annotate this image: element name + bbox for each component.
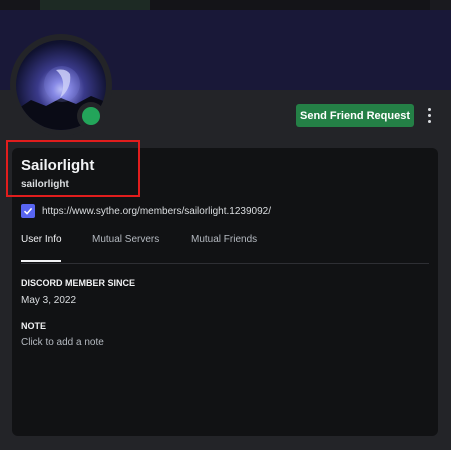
connection-row[interactable]: https://www.sythe.org/members/sailorligh… <box>21 203 271 219</box>
note-heading: NOTE <box>21 321 47 331</box>
member-since-heading: DISCORD MEMBER SINCE <box>21 278 136 288</box>
active-tab-indicator <box>21 260 61 262</box>
username: sailorlight <box>21 179 69 190</box>
checkbox-checked-icon <box>21 204 35 218</box>
tab-user-info[interactable]: User Info <box>21 234 62 245</box>
tab-mutual-friends[interactable]: Mutual Friends <box>191 234 257 245</box>
more-options-button[interactable] <box>421 104 437 127</box>
tabs-divider <box>21 263 429 264</box>
connection-link[interactable]: https://www.sythe.org/members/sailorligh… <box>42 206 271 217</box>
more-vertical-icon <box>427 108 431 111</box>
top-strip <box>0 0 451 10</box>
member-since-date: May 3, 2022 <box>21 295 77 306</box>
send-friend-request-button[interactable]: Send Friend Request <box>296 104 414 127</box>
online-status-icon <box>82 107 100 125</box>
user-profile-popout: Send Friend Request Sailorlight sailorli… <box>0 0 451 450</box>
note-input[interactable]: Click to add a note <box>21 337 321 351</box>
tab-mutual-servers[interactable]: Mutual Servers <box>92 234 159 245</box>
display-name: Sailorlight <box>21 157 95 174</box>
